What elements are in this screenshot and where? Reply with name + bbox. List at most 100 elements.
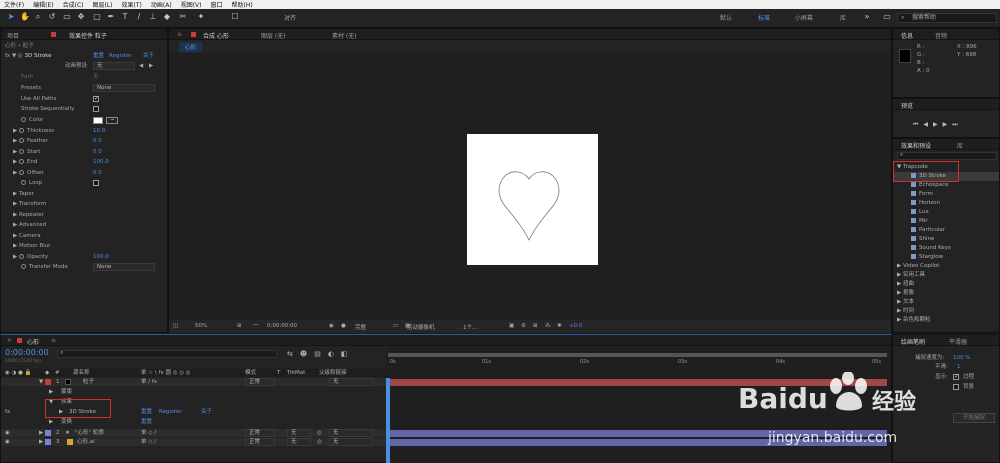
motion-blur-icon[interactable]: ◐ [328, 350, 341, 358]
stopwatch-icon[interactable] [18, 128, 24, 133]
layer-name[interactable]: 心形.ai [77, 438, 95, 446]
first-frame-icon[interactable]: ⏮ [913, 121, 923, 128]
col-parent[interactable]: 父级和链接 [319, 369, 347, 377]
snapshot-icon[interactable]: ◉ [329, 323, 334, 329]
menu-help[interactable]: 帮助(H) [232, 0, 253, 9]
presets-dropdown[interactable]: None [93, 84, 155, 92]
layer-subrow-mask[interactable]: ▶ 蒙版 [1, 388, 386, 396]
transfer-mode-dropdown[interactable]: None [93, 263, 155, 271]
mask-icon[interactable]: ⌒ [253, 323, 259, 331]
mode-dropdown[interactable]: 正常 [245, 429, 275, 437]
expand-arrow-icon[interactable]: ▶ [39, 429, 43, 437]
stopwatch-icon[interactable] [18, 170, 24, 175]
text-tool-icon[interactable]: T [120, 12, 130, 22]
comp-timecode[interactable]: 0:00:00:00 [267, 323, 297, 329]
eye-icon[interactable]: ◉ [5, 438, 10, 446]
shy-icon[interactable]: ☻ [300, 350, 314, 358]
layer-label-color[interactable] [45, 430, 51, 436]
end-value[interactable]: 100.0 [93, 157, 109, 167]
show-background-checkbox[interactable] [953, 384, 959, 390]
menu-window[interactable]: 窗口 [210, 0, 222, 9]
layer-row[interactable]: ◉ ▶ 2 ★ "心形" 轮廓 单 ◇ / 正常 无 ◎ 无 [1, 429, 386, 437]
pen-tool-icon[interactable]: ✒ [106, 12, 116, 22]
layer-row[interactable]: ◉ ▶ 3 心形.ai 单 ◇ / 正常 无 ◎ 无 [1, 438, 386, 446]
preset-next-icon[interactable]: ▶ [149, 61, 153, 71]
flowchart-icon[interactable]: ⁂ [545, 323, 551, 329]
puppet-tool-icon[interactable]: ✦ [196, 12, 206, 22]
show-path-checkbox[interactable] [953, 372, 959, 382]
layer-subrow-transform[interactable]: ▶ 变换 重置 [1, 418, 386, 426]
workspace-small-screen[interactable]: 小屏幕 [795, 13, 813, 22]
menu-icon[interactable]: ≡ [177, 31, 182, 38]
reset-link[interactable]: 重置 [141, 408, 152, 416]
start-capture-button[interactable]: 开始捕捉 [953, 413, 995, 423]
pan-behind-tool-icon[interactable]: ✥ [76, 12, 86, 22]
expand-arrow-icon[interactable]: ▶ [49, 388, 53, 396]
rotate-tool-icon[interactable]: ↺ [47, 12, 57, 22]
playhead[interactable] [386, 378, 390, 463]
layer-label-color[interactable] [45, 439, 51, 445]
views-dropdown[interactable]: 1个... [463, 323, 477, 331]
use-all-paths-checkbox[interactable] [93, 94, 99, 104]
tab-library[interactable]: 库 [957, 141, 963, 150]
zoom-dropdown[interactable]: 50% [195, 323, 207, 329]
grid-icon[interactable]: ⊞ [237, 323, 242, 329]
menu-icon[interactable]: ≡ [51, 337, 56, 344]
group-taper[interactable]: ▶ Taper [1, 189, 167, 199]
tab-smoother[interactable]: 平滑器 [949, 337, 967, 346]
effect-item[interactable]: Starglow [893, 253, 999, 262]
col-mode[interactable]: 模式 [245, 369, 256, 377]
switches-icon[interactable]: 单 ◇ / [141, 429, 156, 437]
timeline-icon[interactable]: ⊠ [533, 323, 538, 329]
mode-dropdown[interactable]: 正常 [245, 378, 275, 386]
workspace-standard[interactable]: 标准 [758, 13, 770, 22]
effect-item[interactable]: Sound Keys [893, 244, 999, 253]
animation-preset-dropdown[interactable]: 无 [93, 62, 135, 70]
group-motion-blur[interactable]: ▶ Motion Blur [1, 241, 167, 251]
zoom-tool-icon[interactable]: ⌕ [33, 12, 43, 22]
reset-link[interactable]: 重置 [93, 51, 104, 61]
next-frame-icon[interactable]: ▶ [943, 121, 953, 128]
stopwatch-icon[interactable] [18, 149, 24, 154]
always-preview-icon[interactable]: ◫ [173, 323, 178, 329]
effect-item[interactable]: Horizon [893, 199, 999, 208]
tab-timeline-comp[interactable]: 心形 [27, 337, 39, 346]
exposure-value[interactable]: +0.0 [569, 323, 582, 329]
pickwhip-icon[interactable]: ◎ [317, 438, 322, 446]
category-item[interactable]: ▶ 扭曲 [893, 280, 999, 289]
pickwhip-icon[interactable]: ◎ [317, 429, 322, 437]
resolution-dropdown[interactable]: 完整 [355, 323, 366, 331]
register-link[interactable]: Register [109, 51, 132, 61]
close-icon[interactable]: ✕ [7, 337, 12, 344]
tab-info[interactable]: 信息 [901, 31, 913, 40]
work-area-bar[interactable] [388, 353, 887, 357]
col-source-name[interactable]: 源名称 [73, 369, 90, 377]
window-icon[interactable]: ▭ [882, 12, 892, 22]
stopwatch-icon[interactable] [18, 254, 24, 259]
menu-edit[interactable]: 编辑(E) [33, 0, 53, 9]
tab-layer[interactable]: 图层 (无) [261, 31, 286, 40]
tab-project[interactable]: 项目 [7, 31, 19, 40]
effect-item[interactable]: Particular [893, 226, 999, 235]
menu-animation[interactable]: 动画(A) [151, 0, 172, 9]
switches-icon[interactable]: 单 ◇ / [141, 438, 156, 446]
effects-search-input[interactable]: ⌕ [897, 151, 997, 160]
group-camera[interactable]: ▶ Camera [1, 231, 167, 241]
camera-tool-icon[interactable]: ▭ [62, 12, 72, 22]
about-link[interactable]: 关于 [143, 51, 154, 61]
opacity-value[interactable]: 100.0 [93, 252, 109, 262]
tab-composition[interactable]: 合成 心形 [203, 31, 229, 40]
category-item[interactable]: ▶ 时间 [893, 307, 999, 316]
group-advanced[interactable]: ▶ Advanced [1, 220, 167, 230]
stopwatch-icon[interactable] [18, 159, 24, 164]
start-value[interactable]: 0.0 [93, 147, 102, 157]
smooth-value[interactable]: 1 [957, 362, 961, 372]
parent-dropdown[interactable]: 无 [329, 378, 373, 386]
timeline-timecode[interactable]: 0:00:00:00 [5, 348, 49, 357]
selection-tool-icon[interactable]: ➤ [6, 12, 16, 22]
show-channel-icon[interactable]: ● [341, 323, 346, 329]
toggle-view-icon[interactable]: ▣ [509, 323, 514, 329]
eyedropper-icon[interactable]: ⊸ [106, 117, 118, 124]
trkmat-dropdown[interactable]: 无 [287, 429, 311, 437]
time-ruler[interactable]: 0s 01s 02s 03s 04s 05s [386, 359, 891, 369]
